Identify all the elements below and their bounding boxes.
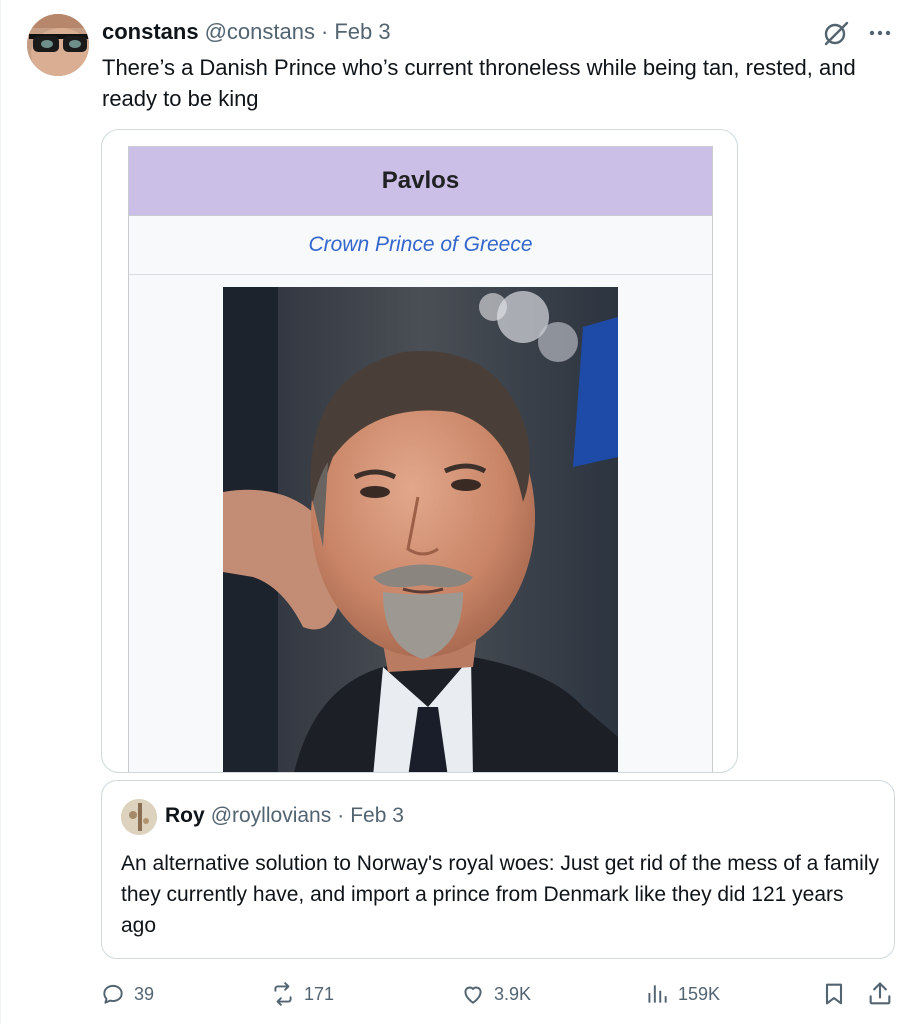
tweet-date[interactable]: Feb 3 — [334, 19, 390, 45]
like-count: 3.9K — [494, 983, 532, 1004]
bookmark-button[interactable] — [820, 980, 848, 1008]
reply-count: 39 — [134, 983, 155, 1004]
quote-separator: · — [337, 804, 345, 827]
reply-icon — [103, 984, 123, 1004]
infobox-title: Pavlos — [129, 147, 712, 216]
view-count: 159K — [678, 983, 721, 1004]
repost-count: 171 — [304, 983, 335, 1004]
repost-button[interactable]: 171 — [270, 978, 334, 1010]
infobox-subtitle: Crown Prince of Greece — [129, 216, 712, 275]
quote-author-handle[interactable]: @royllovians — [211, 804, 332, 828]
quoted-tweet[interactable]: Roy @royllovians · Feb 3 An alternative … — [101, 780, 895, 959]
share-button[interactable] — [866, 980, 894, 1008]
header-separator: · — [320, 19, 329, 44]
avatar-image — [27, 14, 89, 76]
grok-icon[interactable] — [822, 19, 850, 47]
repost-icon — [274, 982, 292, 1006]
author-avatar[interactable] — [27, 14, 89, 76]
quote-author-avatar[interactable] — [121, 799, 157, 835]
reply-button[interactable]: 39 — [100, 978, 154, 1010]
more-icon[interactable] — [864, 19, 896, 47]
heart-icon — [464, 986, 482, 1004]
tweet-text: There’s a Danish Prince who’s current th… — [102, 55, 856, 111]
timeline-border — [0, 0, 1, 1024]
analytics-icon — [648, 985, 667, 1003]
share-icon — [869, 982, 891, 1005]
tweet-media[interactable]: Pavlos Crown Prince of Greece — [101, 129, 738, 773]
like-button[interactable]: 3.9K — [460, 978, 531, 1010]
author-handle[interactable]: @constans — [205, 19, 315, 45]
author-name[interactable]: constans — [102, 19, 199, 45]
quote-text: An alternative solution to Norway's roya… — [121, 852, 880, 937]
wikipedia-infobox: Pavlos Crown Prince of Greece — [128, 146, 713, 772]
quote-date[interactable]: Feb 3 — [350, 804, 404, 828]
tweet-header: constans @constans · Feb 3 — [102, 19, 391, 45]
tweet-actions: 39 171 3.9K 159K — [100, 978, 900, 1010]
portrait-photo — [223, 287, 618, 772]
quote-header: Roy @royllovians · Feb 3 — [165, 804, 404, 828]
views-button[interactable]: 159K — [644, 978, 720, 1010]
quote-author-name[interactable]: Roy — [165, 804, 205, 828]
bookmark-icon — [825, 983, 843, 1005]
